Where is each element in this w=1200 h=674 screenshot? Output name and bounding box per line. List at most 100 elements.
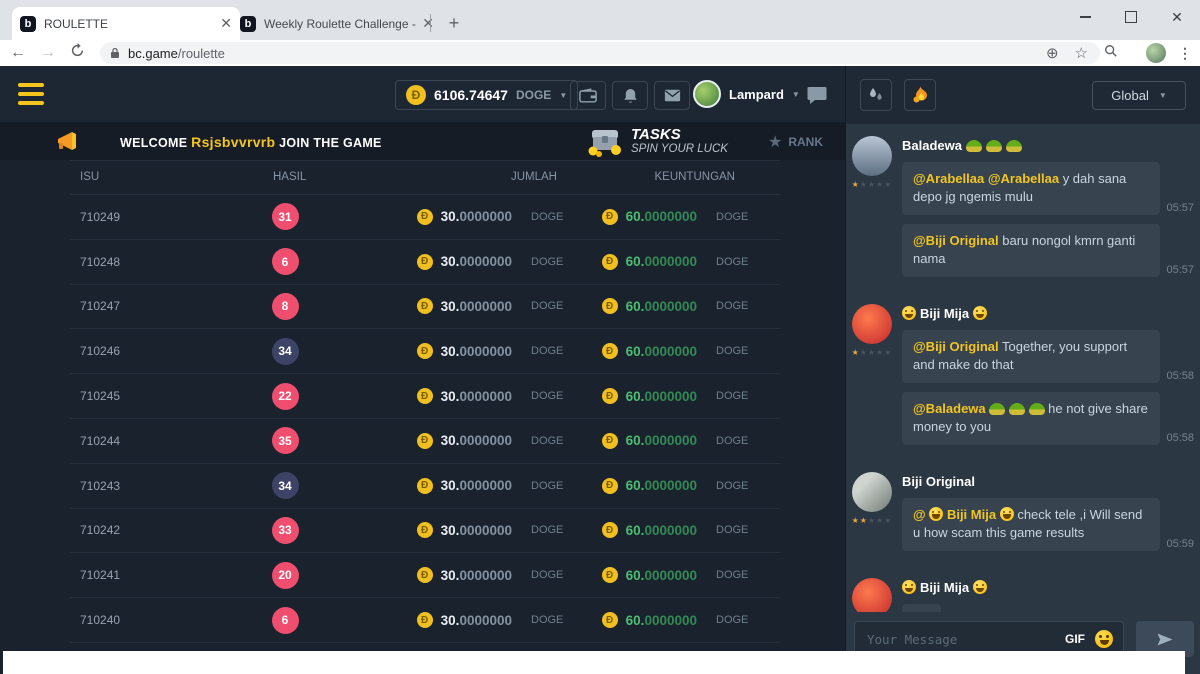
doge-coin-icon: Đ [417, 209, 433, 225]
chat-message: Ok05:59 [902, 604, 1194, 612]
tab-weekly-challenge[interactable]: b Weekly Roulette Challenge - Win ✕ [232, 7, 442, 40]
cell-currency: DOGE [700, 435, 780, 447]
cell-amount: Đ30.0000000 [360, 254, 515, 270]
col-header-issue: ISU [80, 171, 99, 183]
user-avatar [693, 80, 721, 108]
tab-divider [430, 14, 431, 32]
turtle-emoji [966, 140, 982, 152]
browser-profile-avatar[interactable] [1146, 43, 1166, 63]
chat-channel-select[interactable]: Global ▼ [1092, 81, 1186, 110]
mention-link[interactable]: Biji Mija [947, 507, 996, 522]
gif-button[interactable]: GIF [1065, 632, 1085, 646]
chat-username[interactable]: Biji Original [902, 474, 1194, 489]
mention-link[interactable]: @Arabellaa [988, 171, 1059, 186]
chat-group-body: Biji Original @ Biji Mija check tele ,i W… [902, 472, 1194, 560]
minimize-button[interactable] [1062, 0, 1108, 34]
coin-drop-button[interactable] [904, 79, 936, 111]
chat-username[interactable]: Biji Mija [902, 306, 1194, 321]
chat-bubble: @ Biji Mija check tele ,i Will send u ho… [902, 498, 1160, 551]
zoom-page-icon[interactable]: ⊕ [1046, 44, 1059, 62]
message-timestamp: 05:58 [1166, 370, 1194, 383]
lock-icon [110, 47, 120, 59]
col-header-result: HASIL [273, 171, 306, 183]
mention-link[interactable]: @Arabellaa [913, 171, 984, 186]
tab-close-icon[interactable]: ✕ [220, 15, 232, 32]
avatar[interactable] [852, 472, 892, 512]
mention-link[interactable]: @Baladewa [913, 401, 986, 416]
cell-result: 6 [210, 607, 360, 634]
table-row: 7102486Đ30.0000000DOGEĐ60.0000000DOGE [70, 240, 780, 285]
url-bar[interactable]: bc.game/roulette [100, 42, 1100, 64]
cell-profit: Đ60.0000000 [575, 612, 700, 628]
laugh-emoji [929, 507, 943, 521]
cell-amount: Đ30.0000000 [360, 612, 515, 628]
new-tab-button[interactable]: + [440, 9, 468, 37]
avatar[interactable] [852, 304, 892, 344]
tab-close-icon[interactable]: ✕ [422, 15, 434, 32]
cell-currency: DOGE [515, 211, 575, 223]
wallet-button[interactable] [570, 81, 606, 110]
menu-hamburger-icon[interactable] [18, 83, 44, 105]
mention-link[interactable]: @Biji Original [913, 339, 999, 354]
browser-menu-icon[interactable]: ⋮ [1178, 45, 1192, 62]
close-button[interactable]: ✕ [1154, 0, 1200, 34]
chat-username[interactable]: Biji Mija [902, 580, 1194, 595]
doge-coin-icon: Đ [417, 254, 433, 270]
result-badge: 34 [272, 338, 299, 365]
tasks-label: TASKS SPIN YOUR LUCK [631, 126, 728, 156]
cell-currency: DOGE [700, 345, 780, 357]
table-row: 71024334Đ30.0000000DOGEĐ60.0000000DOGE [70, 464, 780, 509]
doge-coin-icon: Đ [417, 433, 433, 449]
notifications-button[interactable] [612, 81, 648, 110]
message-input[interactable] [865, 631, 1055, 648]
table-row: 71024435Đ30.0000000DOGEĐ60.0000000DOGE [70, 419, 780, 464]
star-icon: ★ [768, 132, 782, 152]
browser-window: b ROULETTE ✕ b Weekly Roulette Challenge… [0, 0, 1200, 674]
mention-link[interactable]: @Biji Original [913, 233, 999, 248]
chat-message: @Arabellaa @Arabellaa y dah sana depo jg… [902, 162, 1194, 215]
table-row: 7102478Đ30.0000000DOGEĐ60.0000000DOGE [70, 285, 780, 330]
chat-message-group: ★★★★★Biji Original@ Biji Mija check tele… [850, 472, 1194, 560]
doge-coin-icon: Đ [417, 478, 433, 494]
user-menu[interactable]: Lampard ▼ [693, 79, 800, 109]
cell-issue: 710245 [70, 389, 210, 403]
avatar[interactable] [852, 136, 892, 176]
cell-issue: 710246 [70, 344, 210, 358]
rain-feature-button[interactable] [860, 79, 892, 111]
cell-amount: Đ30.0000000 [360, 298, 515, 314]
mention-link[interactable]: @ [913, 507, 926, 522]
tasks-button[interactable]: TASKS SPIN YOUR LUCK [585, 124, 728, 158]
laugh-emoji [973, 580, 987, 594]
cell-result: 34 [210, 472, 360, 499]
turtle-emoji [986, 140, 1002, 152]
cell-profit: Đ60.0000000 [575, 478, 700, 494]
avatar[interactable] [852, 578, 892, 612]
forward-icon[interactable]: → [40, 44, 56, 62]
chat-username[interactable]: Baladewa [902, 138, 1194, 153]
chat-group-body: Biji Mija@Biji Original Together, you su… [902, 304, 1194, 454]
doge-coin-icon: Đ [602, 209, 618, 225]
balance-currency: DOGE [516, 88, 551, 102]
maximize-button[interactable] [1108, 0, 1154, 34]
tab-title: ROULETTE [44, 17, 214, 31]
bookmark-star-icon[interactable]: ☆ [1075, 44, 1088, 62]
doge-coin-icon: Đ [602, 567, 618, 583]
chat-message: @Baladewa he not give share money to you… [902, 392, 1194, 445]
balance-selector[interactable]: Đ 6106.74647 DOGE ▼ [395, 80, 578, 110]
rank-button[interactable]: ★ RANK [768, 132, 823, 152]
tab-roulette[interactable]: b ROULETTE ✕ [12, 7, 240, 40]
send-icon [1156, 632, 1174, 647]
messages-button[interactable] [654, 81, 690, 110]
cell-result: 35 [210, 427, 360, 454]
search-icon[interactable] [1104, 44, 1118, 62]
chat-message: @Biji Original baru nongol kmrn ganti na… [902, 224, 1194, 277]
result-badge: 6 [272, 607, 299, 634]
chat-toggle-button[interactable] [800, 81, 834, 108]
emoji-picker-icon[interactable] [1095, 630, 1113, 648]
doge-coin-icon: Đ [406, 85, 426, 105]
reload-icon[interactable] [70, 43, 85, 63]
cell-currency: DOGE [700, 211, 780, 223]
site-header: Đ 6106.74647 DOGE ▼ Lampard ▼ [0, 66, 845, 122]
back-icon[interactable]: ← [10, 44, 26, 62]
col-header-profit: KEUNTUNGAN [654, 171, 735, 183]
